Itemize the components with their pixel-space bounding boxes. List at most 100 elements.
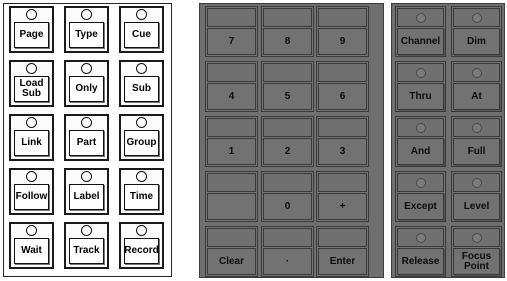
- key-sub[interactable]: Sub: [119, 60, 164, 107]
- key-label: 1: [207, 138, 256, 165]
- indicator-led-icon: [415, 13, 426, 23]
- indicator-led-icon: [415, 233, 426, 243]
- indicator-led-icon: [26, 225, 37, 236]
- indicator-led-icon: [471, 233, 482, 243]
- key-channel[interactable]: Channel: [395, 6, 446, 57]
- key-label: Type: [69, 22, 104, 48]
- key-label: Link: [14, 130, 49, 156]
- indicator-led-icon: [415, 68, 426, 78]
- key-6[interactable]: 6: [316, 61, 369, 112]
- key-top-cap: [263, 8, 312, 27]
- key-release[interactable]: Release: [395, 226, 446, 277]
- key-label: Follow: [14, 184, 49, 210]
- key-label: 2: [263, 138, 312, 165]
- key-top-cap: [397, 118, 444, 137]
- key-enter[interactable]: Enter: [316, 226, 369, 277]
- key-top-cap: [397, 8, 444, 27]
- key-9[interactable]: 9: [316, 6, 369, 57]
- indicator-led-icon: [81, 63, 92, 74]
- key-label: 8: [263, 28, 312, 55]
- key-label: Sub: [124, 76, 159, 102]
- key-label: At: [453, 83, 500, 110]
- key-label: +: [318, 193, 367, 220]
- key-thru[interactable]: Thru: [395, 61, 446, 112]
- key-7[interactable]: 7: [205, 6, 258, 57]
- indicator-led-icon: [26, 9, 37, 20]
- key-full[interactable]: Full: [451, 116, 502, 167]
- key-label: And: [397, 138, 444, 165]
- key-label: Record: [124, 238, 159, 264]
- key-level[interactable]: Level: [451, 171, 502, 222]
- indicator-led-icon: [81, 225, 92, 236]
- key-part[interactable]: Part: [64, 114, 109, 161]
- key-top-cap: [263, 173, 312, 192]
- key-time[interactable]: Time: [119, 168, 164, 215]
- key-label: Release: [397, 248, 444, 275]
- key-top-cap: [453, 118, 500, 137]
- key-top-cap: [207, 63, 256, 82]
- key-top-cap: [318, 118, 367, 137]
- key-top-cap: [263, 228, 312, 247]
- key-label: Thru: [397, 83, 444, 110]
- key-top-cap: [453, 173, 500, 192]
- key-8[interactable]: 8: [261, 6, 314, 57]
- key-top-cap: [207, 8, 256, 27]
- key-label: Label: [69, 184, 104, 210]
- key-label: Group: [124, 130, 159, 156]
- key-label: Time: [124, 184, 159, 210]
- key-track[interactable]: Track: [64, 222, 109, 269]
- key-label: Only: [69, 76, 104, 102]
- indicator-led-icon: [136, 171, 147, 182]
- key-top-cap: [207, 118, 256, 137]
- key-and[interactable]: And: [395, 116, 446, 167]
- key-top-cap: [397, 228, 444, 247]
- indicator-led-icon: [136, 63, 147, 74]
- key-page[interactable]: Page: [9, 6, 54, 53]
- key-5[interactable]: 5: [261, 61, 314, 112]
- key-dim[interactable]: Dim: [451, 6, 502, 57]
- indicator-led-icon: [81, 171, 92, 182]
- key-clear[interactable]: Clear: [205, 226, 258, 277]
- key-2[interactable]: 2: [261, 116, 314, 167]
- key-top-cap: [207, 173, 256, 192]
- key-link[interactable]: Link: [9, 114, 54, 161]
- key-label: 0: [263, 193, 312, 220]
- key-label: Except: [397, 193, 444, 220]
- key-label: 9: [318, 28, 367, 55]
- key-except[interactable]: Except: [395, 171, 446, 222]
- indicator-led-icon: [81, 117, 92, 128]
- key-1[interactable]: 1: [205, 116, 258, 167]
- key-top-cap: [263, 63, 312, 82]
- key-4[interactable]: 4: [205, 61, 258, 112]
- indicator-led-icon: [81, 9, 92, 20]
- key-top-cap: [318, 173, 367, 192]
- key-wait[interactable]: Wait: [9, 222, 54, 269]
- key-focus-point[interactable]: Focus Point: [451, 226, 502, 277]
- key-only[interactable]: Only: [64, 60, 109, 107]
- indicator-led-icon: [415, 123, 426, 133]
- key-follow[interactable]: Follow: [9, 168, 54, 215]
- key-label: Channel: [397, 28, 444, 55]
- key-load-sub[interactable]: Load Sub: [9, 60, 54, 107]
- key-label: Level: [453, 193, 500, 220]
- key-group[interactable]: Group: [119, 114, 164, 161]
- key-blank[interactable]: [205, 171, 258, 222]
- key-label[interactable]: Label: [64, 168, 109, 215]
- key-at[interactable]: At: [451, 61, 502, 112]
- key-cue[interactable]: Cue: [119, 6, 164, 53]
- key-type[interactable]: Type: [64, 6, 109, 53]
- key-top-cap: [318, 8, 367, 27]
- indicator-led-icon: [471, 13, 482, 23]
- key-label: ·: [263, 248, 312, 275]
- indicator-led-icon: [136, 117, 147, 128]
- key-0[interactable]: 0: [261, 171, 314, 222]
- key-label: Page: [14, 22, 49, 48]
- indicator-led-icon: [26, 171, 37, 182]
- key-3[interactable]: 3: [316, 116, 369, 167]
- key-decimal[interactable]: ·: [261, 226, 314, 277]
- key-dot[interactable]: +: [316, 171, 369, 222]
- key-record[interactable]: Record: [119, 222, 164, 269]
- key-label: 7: [207, 28, 256, 55]
- key-label: Wait: [14, 238, 49, 264]
- key-top-cap: [318, 63, 367, 82]
